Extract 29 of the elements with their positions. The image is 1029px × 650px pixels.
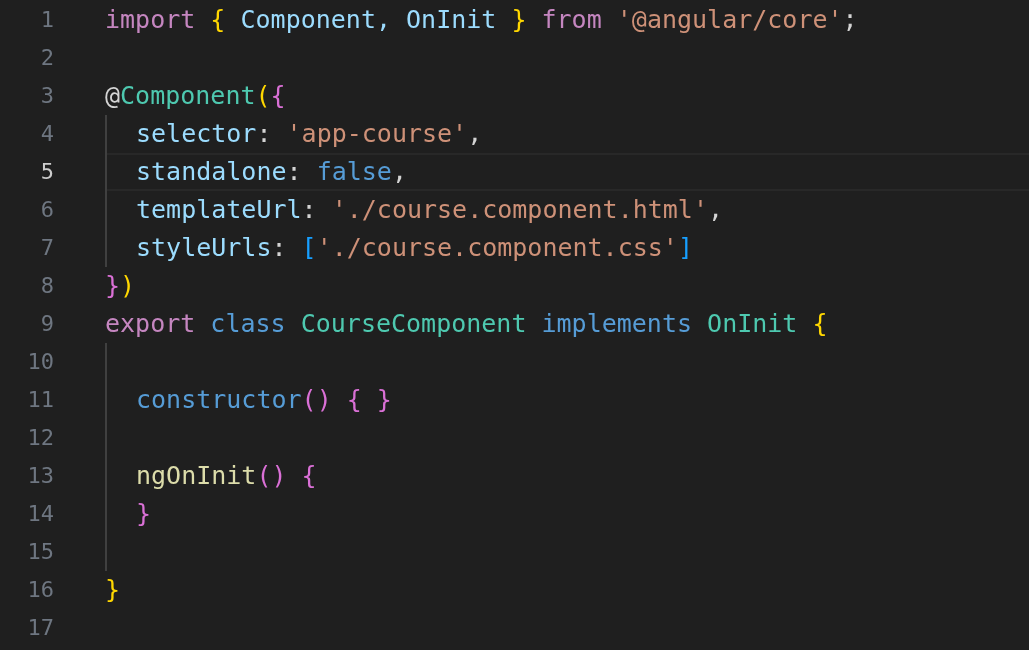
code-line: @Component({ <box>105 80 286 112</box>
code-line: styleUrls: ['./course.component.css'] <box>136 232 693 264</box>
code-line: templateUrl: './course.component.html', <box>136 194 724 226</box>
code-line: ngOnInit() { <box>136 460 317 492</box>
line-number: 5 <box>39 158 54 186</box>
line-number: 17 <box>26 614 54 642</box>
line-number: 1 <box>39 6 54 34</box>
code-line: } <box>105 574 121 606</box>
line-number: 11 <box>26 386 54 414</box>
code-line: constructor() { } <box>136 384 392 416</box>
code-line: import { Component, OnInit } from '@angular/core'; <box>105 4 858 36</box>
line-number: 4 <box>39 120 54 148</box>
line-number: 14 <box>26 500 54 528</box>
code-line: } <box>136 498 152 530</box>
code-line: export class CourseComponent implements OnInit { <box>105 308 828 340</box>
code-line: standalone: false, <box>136 156 407 188</box>
code-line: selector: 'app-course', <box>136 118 483 150</box>
line-number: 13 <box>26 462 54 490</box>
line-number: 6 <box>39 196 54 224</box>
line-number: 16 <box>26 576 54 604</box>
code-line: }) <box>105 270 136 302</box>
line-number: 8 <box>39 272 54 300</box>
line-number: 9 <box>39 310 54 338</box>
line-number: 12 <box>26 424 54 452</box>
line-number: 3 <box>39 82 54 110</box>
line-number: 10 <box>26 348 54 376</box>
line-number: 15 <box>26 538 54 566</box>
line-number: 7 <box>39 234 54 262</box>
line-number: 2 <box>39 44 54 72</box>
